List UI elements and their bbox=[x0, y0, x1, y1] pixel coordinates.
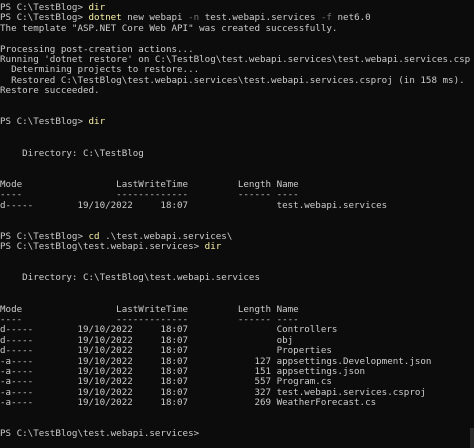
terminal-line: PS C:\TestBlog> dir bbox=[0, 2, 105, 13]
terminal-line: Mode LastWriteTime Length Name bbox=[0, 304, 299, 315]
output-text: Mode LastWriteTime Length Name bbox=[0, 178, 299, 190]
terminal-line: ---- ------------- ------ ---- bbox=[0, 189, 299, 200]
output-text: -a---- 19/10/2022 18:07 327 test.webapi.… bbox=[0, 386, 426, 398]
command-name: dir bbox=[204, 241, 222, 253]
output-text: ---- ------------- ------ ---- bbox=[0, 189, 299, 201]
terminal-line: d----- 19/10/2022 18:07 Controllers bbox=[0, 324, 337, 335]
terminal-line: d----- 19/10/2022 18:07 Properties bbox=[0, 345, 332, 356]
terminal-line: Mode LastWriteTime Length Name bbox=[0, 179, 299, 190]
terminal-line: PS C:\TestBlog\test.webapi.services> dir bbox=[0, 241, 221, 252]
terminal-line: PS C:\TestBlog> dir bbox=[0, 116, 105, 127]
output-text: Restore succeeded. bbox=[0, 85, 100, 97]
output-text: Restored C:\TestBlog\test.webapi.service… bbox=[0, 74, 465, 86]
terminal-line: PS C:\TestBlog\test.webapi.services> bbox=[0, 428, 205, 439]
scrollbar-thumb[interactable] bbox=[470, 428, 474, 448]
command-name: dotnet bbox=[88, 12, 122, 24]
output-text: ---- ------------- ------ ---- bbox=[0, 314, 299, 325]
output-text: d----- 19/10/2022 18:07 test.webapi.serv… bbox=[0, 199, 388, 211]
terminal-line: -a---- 19/10/2022 18:07 127 appsettings.… bbox=[0, 356, 431, 367]
terminal-line: ---- ------------- ------ ---- bbox=[0, 314, 299, 325]
output-text: d----- 19/10/2022 18:07 Properties bbox=[0, 345, 332, 357]
output-text: PS C:\TestBlog\test.webapi.services> bbox=[0, 428, 205, 440]
output-text: Directory: C:\TestBlog bbox=[0, 147, 144, 159]
output-text: test.webapi.services bbox=[199, 12, 321, 24]
output-text: new webapi bbox=[121, 12, 189, 24]
terminal-line: Running 'dotnet restore' on C:\TestBlog\… bbox=[0, 54, 474, 65]
output-text: -a---- 19/10/2022 18:07 127 appsettings.… bbox=[0, 355, 432, 367]
terminal-line: Restored C:\TestBlog\test.webapi.service… bbox=[0, 75, 465, 86]
terminal-line: -a---- 19/10/2022 18:07 557 Program.cs bbox=[0, 376, 332, 387]
output-text: Running 'dotnet restore' on C:\TestBlog\… bbox=[0, 54, 474, 65]
command-name: dir bbox=[88, 2, 106, 13]
command-name: dir bbox=[88, 116, 106, 128]
terminal-line: d----- 19/10/2022 18:07 test.webapi.serv… bbox=[0, 200, 387, 211]
terminal-line: -a---- 19/10/2022 18:07 151 appsettings.… bbox=[0, 366, 365, 377]
output-text: -a---- 19/10/2022 18:07 269 WeatherForec… bbox=[0, 397, 377, 409]
terminal-line: d----- 19/10/2022 18:07 obj bbox=[0, 335, 293, 346]
terminal-line: PS C:\TestBlog> cd .\test.webapi.service… bbox=[0, 231, 232, 242]
output-text: Processing post-creation actions... bbox=[0, 43, 194, 55]
output-text: PS C:\TestBlog> bbox=[0, 230, 89, 242]
output-text: -a---- 19/10/2022 18:07 151 appsettings.… bbox=[0, 366, 366, 377]
output-text: Determining projects to restore... bbox=[0, 64, 200, 76]
terminal-window[interactable]: PS C:\TestBlog> dir PS C:\TestBlog> dotne… bbox=[0, 0, 474, 448]
output-text: Directory: C:\TestBlog\test.webapi.servi… bbox=[0, 272, 260, 284]
terminal-line: -a---- 19/10/2022 18:07 269 WeatherForec… bbox=[0, 397, 376, 408]
output-text: .\test.webapi.services\ bbox=[99, 230, 233, 242]
output-text: PS C:\TestBlog\test.webapi.services> bbox=[0, 241, 205, 253]
terminal-line: Directory: C:\TestBlog\test.webapi.servi… bbox=[0, 272, 260, 283]
command-flag: -f bbox=[320, 12, 332, 24]
output-text: d----- 19/10/2022 18:07 obj bbox=[0, 334, 294, 346]
command-name: cd bbox=[88, 230, 100, 242]
output-text: -a---- 19/10/2022 18:07 557 Program.cs bbox=[0, 376, 332, 388]
terminal-line: PS C:\TestBlog> dotnet new webapi -n tes… bbox=[0, 12, 371, 23]
terminal-line: Processing post-creation actions... bbox=[0, 44, 194, 55]
command-flag: -n bbox=[188, 12, 200, 24]
terminal-line: -a---- 19/10/2022 18:07 327 test.webapi.… bbox=[0, 387, 426, 398]
output-text: Mode LastWriteTime Length Name bbox=[0, 303, 299, 315]
terminal-line: Restore succeeded. bbox=[0, 85, 100, 96]
terminal-line: Directory: C:\TestBlog bbox=[0, 148, 144, 159]
terminal-line: The template "ASP.NET Core Web API" was … bbox=[0, 23, 337, 34]
output-text: PS C:\TestBlog> bbox=[0, 116, 89, 128]
output-text: PS C:\TestBlog> bbox=[0, 2, 89, 13]
terminal-line: Determining projects to restore... bbox=[0, 64, 199, 75]
output-text: net6.0 bbox=[331, 12, 371, 24]
output-text: PS C:\TestBlog> bbox=[0, 12, 89, 24]
scrollbar[interactable] bbox=[470, 0, 474, 448]
output-text: d----- 19/10/2022 18:07 Controllers bbox=[0, 324, 338, 336]
output-text: The template "ASP.NET Core Web API" was … bbox=[0, 22, 338, 34]
